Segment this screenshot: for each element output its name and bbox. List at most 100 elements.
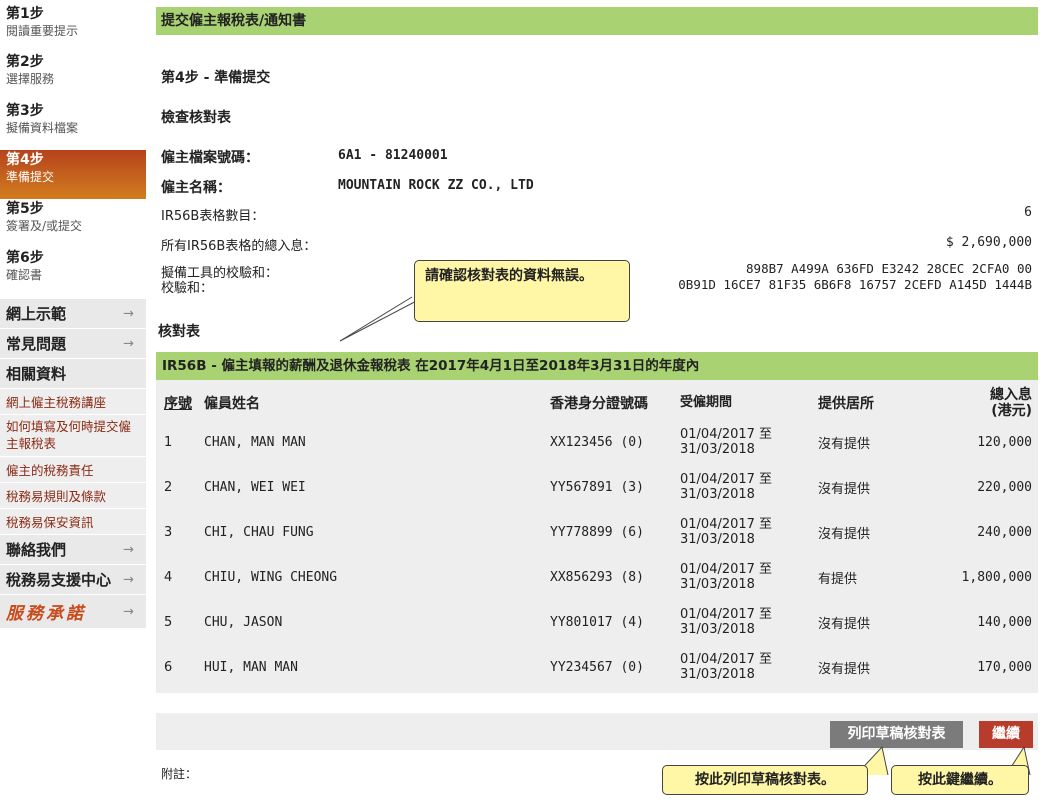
cell-period: 01/04/2017 至 31/03/2018 <box>680 555 808 600</box>
arrow-right-icon: → <box>123 306 134 321</box>
step-title: 第3步 <box>6 103 44 119</box>
col-income-label: 總入息(港元) <box>990 386 1032 419</box>
step-heading: 第4步 - 準備提交 <box>161 70 271 86</box>
ir56b-table: 序號 僱員姓名 香港身分證號碼 受僱期間 提供居所 總入息(港元) 1 CHAN,… <box>156 380 1038 693</box>
cell-name: HUI, MAN MAN <box>204 660 298 675</box>
link-how-to-fill[interactable]: 如何填寫及何時提交僱主報稅表 <box>0 414 146 456</box>
link-security[interactable]: 稅務易保安資訊 <box>0 508 146 534</box>
cell-quarters: 沒有提供 <box>818 617 871 632</box>
menu-label: 網上示範 <box>6 305 67 323</box>
employer-name-label: 僱主名稱： <box>161 180 231 196</box>
period-from: 01/04/2017 至 <box>680 652 773 668</box>
cell-hkid: XX123456 (0) <box>550 435 644 450</box>
menu-faq[interactable]: 常見問題 → <box>0 328 146 358</box>
table-row: 3 CHI, CHAU FUNG YY778899 (6) 01/04/2017 至3… <box>156 510 1038 555</box>
menu-label: 相關資料 <box>6 365 67 383</box>
cell-no: 6 <box>164 660 173 675</box>
hint-print: 按此列印草稿核對表。 <box>662 765 868 795</box>
step-subtitle: 準備提交 <box>6 169 55 184</box>
period-from: 01/04/2017 至 <box>680 517 773 533</box>
step-title: 第1步 <box>6 6 44 22</box>
cell-name: CHIU, WING CHEONG <box>204 570 338 585</box>
menu-service-pledge[interactable]: 服務承諾 → <box>0 594 146 628</box>
continue-button[interactable]: 繼續 <box>979 721 1033 748</box>
form-count-label: IR56B表格數目： <box>161 209 265 224</box>
col-income: 總入息(港元) <box>928 380 1038 420</box>
cell-no: 1 <box>164 435 173 450</box>
period-to: 31/03/2018 <box>680 621 755 637</box>
table-header-bar: IR56B - 僱主填報的薪酬及退休金報稅表 在2017年4月1日至2018年3… <box>156 352 1038 380</box>
checklist-table-label: 核對表 <box>158 324 200 340</box>
checklist-heading: 檢查核對表 <box>161 110 231 126</box>
menu-contact-us[interactable]: 聯絡我們 → <box>0 534 146 564</box>
step-title: 第4步 <box>6 152 44 168</box>
period-to: 31/03/2018 <box>680 441 755 457</box>
cell-hkid: YY778899 (6) <box>550 525 644 540</box>
period-from: 01/04/2017 至 <box>680 607 773 623</box>
step-subtitle: 確認書 <box>6 267 43 282</box>
cell-period: 01/04/2017 至 31/03/2018 <box>680 645 808 690</box>
employer-file-label: 僱主檔案號碼： <box>161 150 259 166</box>
step-subtitle: 擬備資料檔案 <box>6 120 79 135</box>
cell-period: 01/04/2017 至 31/03/2018 <box>680 420 808 465</box>
step-subtitle: 閱讀重要提示 <box>6 23 79 38</box>
hint-continue: 按此鍵繼續。 <box>891 765 1029 795</box>
link-online-seminar[interactable]: 網上僱主稅務講座 <box>0 388 146 414</box>
cell-no: 5 <box>164 615 173 630</box>
menu-online-demo[interactable]: 網上示範 → <box>0 298 146 328</box>
col-hkid: 香港身分證號碼 <box>550 396 648 412</box>
main-content: 提交僱主報稅表/通知書 第4步 - 準備提交 檢查核對表 僱主檔案號碼： 6A1… <box>156 7 1038 795</box>
cell-hkid: YY234567 (0) <box>550 660 644 675</box>
page-title: 提交僱主報稅表/通知書 <box>156 7 1038 35</box>
period-to: 31/03/2018 <box>680 531 755 547</box>
print-draft-checklist-button[interactable]: 列印草稿核對表 <box>830 721 963 748</box>
period-from: 01/04/2017 至 <box>680 427 773 443</box>
cell-hkid: YY567891 (3) <box>550 480 644 495</box>
cell-quarters: 沒有提供 <box>818 437 871 452</box>
cell-income: 170,000 <box>977 660 1032 675</box>
employer-file-value: 6A1 - 81240001 <box>338 148 448 163</box>
period-to: 31/03/2018 <box>680 486 755 502</box>
hint-verify-checklist: 請確認核對表的資料無誤。 <box>414 260 630 322</box>
checksum-value: 0B91D 16CE7 81F35 6B6F8 16757 2CEFD A145… <box>678 277 1032 292</box>
link-label: 網上僱主稅務講座 <box>6 395 107 410</box>
sidebar-step-6: 第6步 確認書 <box>0 248 146 298</box>
cell-income: 220,000 <box>977 480 1032 495</box>
step-subtitle: 簽署及/或提交 <box>6 218 83 233</box>
sidebar-step-4-current: 第4步 準備提交 <box>0 150 146 199</box>
cell-period: 01/04/2017 至 31/03/2018 <box>680 510 808 555</box>
link-tax-responsibility[interactable]: 僱主的稅務責任 <box>0 456 146 482</box>
sidebar: 第1步 閱讀重要提示 第2步 選擇服務 第3步 擬備資料檔案 第4步 準備提交 … <box>0 0 146 628</box>
col-quarters: 提供居所 <box>818 396 874 412</box>
arrow-right-icon: → <box>123 542 134 557</box>
sidebar-step-2: 第2步 選擇服務 <box>0 52 146 101</box>
step-title: 第5步 <box>6 201 44 217</box>
col-name: 僱員姓名 <box>204 396 260 412</box>
menu-related-info: 相關資料 <box>0 358 146 388</box>
step-title: 第6步 <box>6 250 44 266</box>
link-terms[interactable]: 稅務易規則及條款 <box>0 482 146 508</box>
cell-quarters: 有提供 <box>818 572 858 587</box>
table-row: 2 CHAN, WEI WEI YY567891 (3) 01/04/2017 至 31… <box>156 465 1038 510</box>
cell-income: 120,000 <box>977 435 1032 450</box>
col-no-label: 序號 <box>164 396 192 412</box>
table-row: 6 HUI, MAN MAN YY234567 (0) 01/04/2017 至 31/… <box>156 645 1038 690</box>
link-label: 僱主的稅務責任 <box>6 463 94 478</box>
step-subtitle: 選擇服務 <box>6 71 55 86</box>
cell-income: 1,800,000 <box>961 570 1032 585</box>
employer-name-value: MOUNTAIN ROCK ZZ CO., LTD <box>338 178 534 193</box>
form-count-value: 6 <box>1024 205 1032 220</box>
menu-support-centre[interactable]: 稅務易支援中心 → <box>0 564 146 594</box>
cell-hkid: YY801017 (4) <box>550 615 644 630</box>
service-pledge-logo: 服務承諾 <box>6 604 86 624</box>
cell-name: CHAN, MAN MAN <box>204 435 306 450</box>
cell-hkid: XX856293 (8) <box>550 570 644 585</box>
period-from: 01/04/2017 至 <box>680 562 773 578</box>
remarks-label: 附註： <box>161 767 198 781</box>
cell-quarters: 沒有提供 <box>818 482 871 497</box>
cell-name: CHI, CHAU FUNG <box>204 525 314 540</box>
table-header-row: 序號 僱員姓名 香港身分證號碼 受僱期間 提供居所 總入息(港元) <box>156 380 1038 420</box>
checksum-tool-value: 898B7 A499A 636FD E3242 28CEC 2CFA0 00 <box>746 261 1032 276</box>
cell-period: 01/04/2017 至 31/03/2018 <box>680 600 808 645</box>
arrow-right-icon: → <box>123 572 134 587</box>
